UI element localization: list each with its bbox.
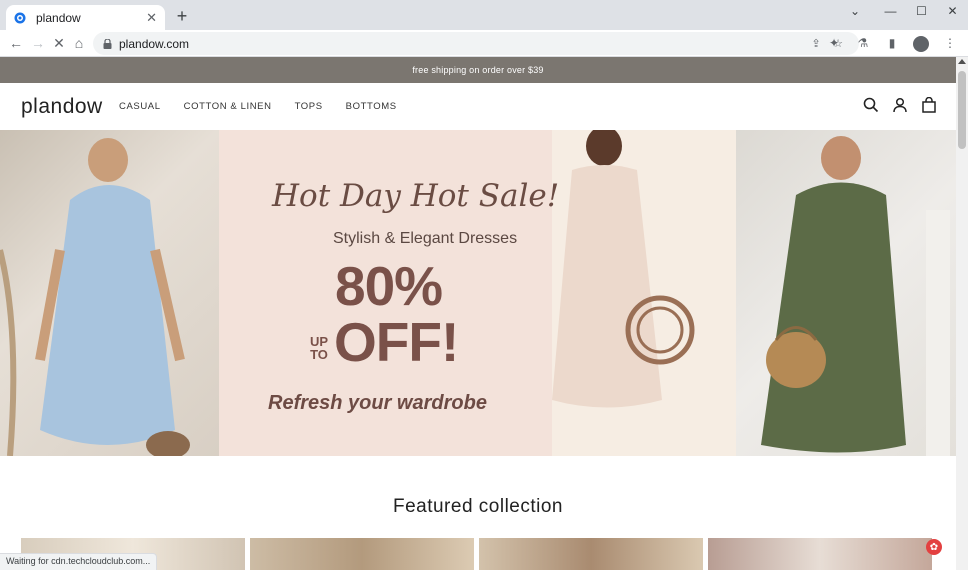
account-icon[interactable] [892,97,908,113]
cart-icon[interactable] [921,96,937,113]
blue-dress-model-image [0,138,190,456]
product-card[interactable] [479,538,703,570]
gift-popup-icon[interactable]: ✿ [926,539,942,555]
window-controls: ⌄ — ☐ ✕ [841,0,968,30]
tab-search-icon[interactable]: ⌄ [841,0,869,22]
menu-item-tops[interactable]: TOPS [295,101,323,112]
green-dress-model-image [761,136,950,456]
menu-item-casual[interactable]: CASUAL [119,101,161,112]
product-card[interactable] [250,538,474,570]
share-icon[interactable]: ⇪ [809,36,823,50]
featured-product-grid [21,538,932,570]
home-icon[interactable]: ⌂ [69,33,89,53]
hero-to-word: TO [310,347,328,362]
hero-image-right [736,130,956,456]
close-tab-icon[interactable]: ✕ [146,10,157,26]
menu-item-cotton-linen[interactable]: COTTON & LINEN [184,101,272,112]
lock-icon [103,38,112,49]
extensions-puzzle-icon[interactable]: ✦ [824,33,844,53]
hero-tagline: Refresh your wardrobe [268,392,487,414]
stop-icon[interactable]: ✕ [49,33,69,53]
extension-area: ✦ ⚗ ▮ ⋮ [824,33,960,53]
hero-discount-percent: 80% [335,255,443,317]
profile-avatar-icon[interactable] [911,33,931,53]
site-header: plandow CASUAL COTTON & LINEN TOPS BOTTO… [0,83,956,130]
scroll-up-arrow-icon[interactable] [958,59,966,64]
close-window-icon[interactable]: ✕ [937,0,968,22]
maximize-icon[interactable]: ☐ [906,0,937,22]
hero-off-text: OFF! [334,311,459,373]
new-tab-button[interactable]: + [172,6,192,26]
menu-item-bottoms[interactable]: BOTTOMS [346,101,397,112]
main-menu: CASUAL COTTON & LINEN TOPS BOTTOMS [119,101,420,112]
address-bar[interactable]: plandow.com ⇪ ☆ [93,32,859,55]
page-viewport: free shipping on order over $39 plandow … [0,57,956,570]
header-icons [863,96,937,113]
labs-flask-icon[interactable]: ⚗ [853,33,873,53]
hero-image-left [0,130,219,456]
browser-status-bar: Waiting for cdn.techcloudclub.com... [0,553,158,570]
hero-banner[interactable]: Hot Day Hot Sale! Stylish & Elegant Dres… [0,130,956,456]
hero-title: Hot Day Hot Sale! [272,178,560,214]
browser-toolbar: ← → ✕ ⌂ plandow.com ⇪ ☆ ✦ ⚗ ▮ ⋮ [0,30,968,57]
hero-up-to-label: UP TO [306,335,332,361]
back-icon[interactable]: ← [6,33,26,53]
announcement-bar: free shipping on order over $39 [0,57,956,83]
menu-dots-icon[interactable]: ⋮ [940,33,960,53]
hero-center-strip [552,130,736,456]
beige-dress-model-image [552,130,695,408]
browser-tab[interactable]: plandow ✕ [6,5,165,30]
search-icon[interactable] [863,97,879,113]
featured-collection-title: Featured collection [392,496,564,517]
side-panel-icon[interactable]: ▮ [882,33,902,53]
hero-subtitle: Stylish & Elegant Dresses [333,230,518,247]
favicon-icon [14,12,26,23]
scrollbar-thumb[interactable] [958,71,966,149]
browser-tab-strip: plandow ✕ + ⌄ — ☐ ✕ [0,0,968,30]
store-logo[interactable]: plandow [21,95,103,119]
url-text: plandow.com [119,36,190,51]
forward-icon[interactable]: → [28,33,48,53]
page-scrollbar[interactable] [956,57,968,570]
product-card[interactable] [708,538,932,570]
minimize-icon[interactable]: — [875,0,906,22]
tab-title: plandow [36,10,81,25]
